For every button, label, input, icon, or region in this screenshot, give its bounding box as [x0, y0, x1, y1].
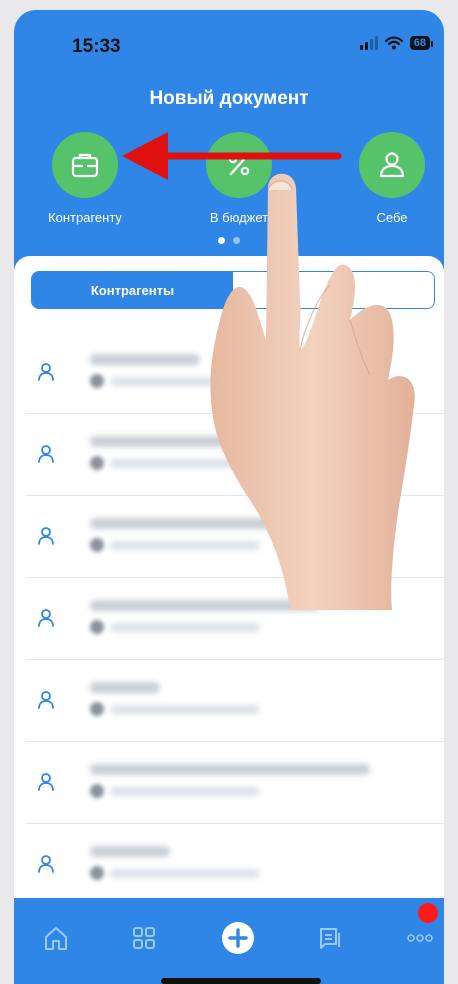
person-icon: [38, 527, 54, 545]
percent-icon: [206, 132, 272, 198]
page-title: Новый документ: [149, 88, 309, 109]
segmented-control: Контрагенты: [31, 271, 435, 309]
list-item[interactable]: [26, 660, 444, 742]
status-bar: 15:33 68: [14, 10, 444, 80]
list-item[interactable]: [26, 824, 444, 906]
person-icon: [38, 773, 54, 791]
person-icon: [38, 855, 54, 873]
list-item[interactable]: [26, 496, 444, 578]
contact-badge-blurred: [90, 456, 104, 470]
person-icon: [38, 691, 54, 709]
action-label: Себе: [376, 210, 408, 225]
list-item[interactable]: [26, 414, 444, 496]
briefcase-icon: [52, 132, 118, 198]
contact-details-blurred: [110, 459, 260, 468]
contact-name-blurred: [90, 436, 380, 447]
contact-name-blurred: [90, 600, 320, 611]
person-icon: [38, 609, 54, 627]
documents-icon[interactable]: [310, 918, 350, 958]
contact-badge-blurred: [90, 784, 104, 798]
contact-details-blurred: [110, 541, 260, 550]
action-self[interactable]: Себе: [332, 132, 444, 225]
contact-name-blurred: [90, 682, 160, 693]
contact-badge-blurred: [90, 538, 104, 552]
action-label: В бюджет: [209, 210, 269, 225]
contact-badge-blurred: [90, 374, 104, 388]
page-indicator: [14, 237, 444, 244]
page-dot: [233, 237, 240, 244]
person-icon: [38, 363, 54, 381]
contacts-sheet: Контрагенты: [14, 256, 444, 908]
person-icon: [359, 132, 425, 198]
contact-badge-blurred: [90, 620, 104, 634]
list-item[interactable]: [26, 742, 444, 824]
home-indicator: [161, 978, 321, 984]
contact-details-blurred: [110, 377, 260, 386]
plus-icon[interactable]: [218, 918, 258, 958]
tab-counterparties[interactable]: Контрагенты: [32, 272, 233, 308]
more-icon[interactable]: [400, 918, 440, 958]
contact-details-blurred: [110, 623, 260, 632]
tab-other[interactable]: [233, 272, 434, 308]
contact-name-blurred: [90, 354, 200, 365]
contact-name-blurred: [90, 518, 320, 529]
list-item[interactable]: [26, 578, 444, 660]
battery-icon: 68: [409, 36, 434, 50]
home-icon[interactable]: [36, 918, 76, 958]
contact-name-blurred: [90, 764, 370, 775]
status-time: 15:33: [72, 36, 121, 57]
list-item[interactable]: [26, 332, 444, 414]
phone-screen: 15:33 68 Новый документ Контрагенту В бю…: [14, 10, 444, 984]
contact-details-blurred: [110, 787, 260, 796]
wifi-icon: [384, 36, 403, 50]
status-icons: 68: [359, 36, 434, 50]
contacts-list: [14, 332, 444, 906]
contact-details-blurred: [110, 705, 260, 714]
page-dot: [218, 237, 225, 244]
contact-badge-blurred: [90, 866, 104, 880]
signal-icon: [359, 36, 378, 50]
notification-dot: [418, 903, 438, 923]
person-icon: [38, 445, 54, 463]
action-counterparty[interactable]: Контрагенту: [25, 132, 145, 225]
contact-details-blurred: [110, 869, 260, 878]
contact-name-blurred: [90, 846, 170, 857]
grid-icon[interactable]: [124, 918, 164, 958]
contact-badge-blurred: [90, 702, 104, 716]
action-budget[interactable]: В бюджет: [179, 132, 299, 225]
action-label: Контрагенту: [48, 210, 122, 225]
tab-bar: [14, 898, 444, 984]
